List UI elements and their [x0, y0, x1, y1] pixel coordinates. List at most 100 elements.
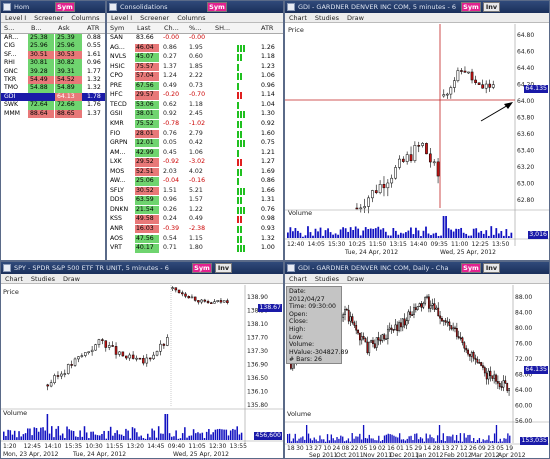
candle-body — [470, 71, 474, 81]
menu-draw[interactable]: Draw — [343, 13, 368, 23]
volume-bar — [181, 433, 184, 440]
col-symbol[interactable]: S... — [4, 24, 14, 32]
title-bar[interactable]: Consolidations Sym — [107, 1, 283, 13]
list-item[interactable]: FIO 28.01 0.76 2.79 1.60 — [107, 129, 283, 138]
bar-indicator — [240, 197, 242, 205]
menu-draw[interactable]: Draw — [59, 274, 84, 284]
col-atr[interactable]: ATR — [261, 24, 273, 32]
title-bar[interactable]: Hom Sym — [1, 1, 105, 13]
col-last[interactable]: Last — [137, 24, 151, 32]
inv-button[interactable]: Inv — [483, 263, 500, 273]
col-sym[interactable]: Sym — [110, 24, 124, 32]
col-percent[interactable]: %... — [189, 24, 201, 32]
menu-level1[interactable]: Level I — [1, 13, 30, 23]
volume-bar — [471, 441, 473, 443]
volume-bar — [72, 430, 75, 440]
volume-bar — [192, 429, 195, 440]
menu-level1[interactable]: Level I — [107, 13, 136, 23]
sym-button[interactable]: Sym — [207, 2, 227, 12]
price-chart[interactable]: 64.8064.6064.4064.2064.0063.8063.6063.40… — [285, 24, 549, 260]
candle-body — [155, 351, 159, 356]
list-item[interactable]: HFC 29.57 -0.20 -0.70 1.14 — [107, 91, 283, 100]
col-change[interactable]: Ch... — [164, 24, 179, 32]
list-item[interactable]: KMR 75.52 -0.78 -1.02 0.92 — [107, 119, 283, 129]
menu-chart[interactable]: Chart — [285, 274, 311, 284]
col-atr[interactable]: ATR — [87, 24, 99, 32]
volume-bar — [437, 235, 440, 238]
list-item[interactable]: PRE 67.56 0.49 0.73 0.96 — [107, 81, 283, 91]
list-item[interactable]: AM... 42.99 0.45 1.06 1.21 — [107, 148, 283, 157]
menu-draw[interactable]: Draw — [343, 274, 368, 284]
list-item[interactable]: AR... 25.38 25.39 0.88 — [1, 34, 105, 43]
sym-button[interactable]: Sym — [461, 2, 481, 12]
list-item[interactable]: LXK 29.52 -0.92 -3.02 1.27 — [107, 158, 283, 167]
list-item[interactable]: CIG 25.96 25.96 0.55 — [1, 42, 105, 51]
list-item[interactable]: MMM 88.64 88.65 1.37 — [1, 109, 105, 118]
sym-button[interactable]: Sym — [192, 263, 212, 273]
col-bid[interactable]: B... — [31, 24, 42, 32]
menu-studies[interactable]: Studies — [311, 13, 343, 23]
menu-columns[interactable]: Columns — [173, 13, 209, 23]
inv-button[interactable]: Inv — [215, 263, 232, 273]
menu-screener[interactable]: Screener — [136, 13, 173, 23]
list-item[interactable]: AW... 25.06 -0.04 -0.16 0.86 — [107, 177, 283, 186]
volume-bar — [359, 235, 362, 238]
candle-body — [463, 342, 466, 349]
menu-chart[interactable]: Chart — [1, 274, 27, 284]
list-item[interactable]: AG... 46.04 0.86 1.95 1.26 — [107, 43, 283, 52]
volume-bar — [302, 236, 304, 238]
title-bar[interactable]: SPY - SPDR S&P 500 ETF TR UNIT, 5 minute… — [1, 262, 283, 274]
col-ask[interactable]: Ask — [58, 24, 70, 32]
list-item[interactable]: CPO 57.04 1.24 2.22 1.06 — [107, 72, 283, 81]
list-item[interactable]: GSII 38.01 0.92 2.45 1.30 — [107, 110, 283, 119]
sym-button[interactable]: Sym — [461, 263, 481, 273]
y-tick-label: 138.90 — [247, 294, 268, 301]
inv-button[interactable]: Inv — [483, 2, 500, 12]
title-bar[interactable]: GDI - GARDNER DENVER INC COM, 5 minutes … — [285, 1, 549, 13]
volume-bar — [469, 434, 471, 443]
list-item-symbol: SF... — [4, 50, 17, 58]
candle-body — [90, 349, 94, 352]
list-item[interactable]: VRT 40.17 0.71 1.80 1.00 — [107, 244, 283, 253]
list-item[interactable]: RHI 30.81 30.82 0.96 — [1, 59, 105, 68]
list-item-atr: 0.96 — [87, 59, 101, 67]
volume-bar — [173, 436, 175, 440]
list-item[interactable]: HSIC 75.57 1.37 1.85 1.23 — [107, 62, 283, 72]
sym-button[interactable]: Sym — [55, 2, 75, 12]
candle-body — [453, 80, 456, 88]
list-item[interactable]: SFLY 30.52 1.51 5.21 1.66 — [107, 186, 283, 196]
list-item[interactable]: SF... 30.51 30.53 1.61 — [1, 50, 105, 60]
list-item[interactable]: DNKN 21.54 0.26 1.22 0.76 — [107, 205, 283, 215]
title-bar[interactable]: GDI - GARDNER DENVER INC COM, Daily - Ch… — [285, 262, 549, 274]
menu-screener[interactable]: Screener — [30, 13, 67, 23]
volume-bar — [188, 435, 190, 440]
list-item[interactable]: TECD 53.06 0.62 1.18 1.04 — [107, 100, 283, 110]
volume-bar — [298, 438, 300, 443]
menu-chart[interactable]: Chart — [285, 13, 311, 23]
menu-columns[interactable]: Columns — [67, 13, 103, 23]
list-item[interactable]: NVLS 45.07 0.27 0.60 1.18 — [107, 53, 283, 62]
list-item[interactable]: KSS 49.58 0.24 0.49 0.98 — [107, 215, 283, 224]
list-item[interactable]: AOS 47.56 0.54 1.15 1.32 — [107, 234, 283, 243]
list-item[interactable]: TKR 54.49 54.52 1.32 — [1, 76, 105, 85]
menu-studies[interactable]: Studies — [27, 274, 59, 284]
list-item[interactable]: SAN 83.66 -0.00 -0.00 — [107, 34, 283, 42]
list-item[interactable]: TMO 54.88 54.89 1.32 — [1, 84, 105, 93]
col-shares[interactable]: SH... — [215, 24, 230, 32]
list-item[interactable]: ANR 16.03 -0.39 -2.38 0.93 — [107, 225, 283, 234]
list-item-last: 53.06 — [135, 100, 159, 110]
list-item-atr: 1.37 — [87, 109, 101, 117]
list-item-change: 2.03 — [163, 167, 177, 175]
list-item[interactable]: GDI 64.13 1.78 — [1, 92, 105, 102]
volume-bar — [289, 227, 292, 238]
volume-bar — [7, 429, 9, 440]
list-item[interactable]: MOS 52.51 2.03 4.02 1.69 — [107, 167, 283, 177]
price-chart[interactable]: 138.90138.50138.10137.70137.30136.90136.… — [1, 285, 283, 458]
candle-body — [142, 358, 145, 364]
volume-bar — [144, 438, 147, 440]
list-item[interactable]: DDS 63.59 0.96 1.57 1.31 — [107, 196, 283, 205]
list-item[interactable]: SWK 72.64 72.66 1.76 — [1, 101, 105, 110]
list-item[interactable]: GRPN 12.01 0.05 0.42 0.75 — [107, 139, 283, 148]
list-item[interactable]: GNC 39.28 39.31 1.77 — [1, 67, 105, 76]
menu-studies[interactable]: Studies — [311, 274, 343, 284]
